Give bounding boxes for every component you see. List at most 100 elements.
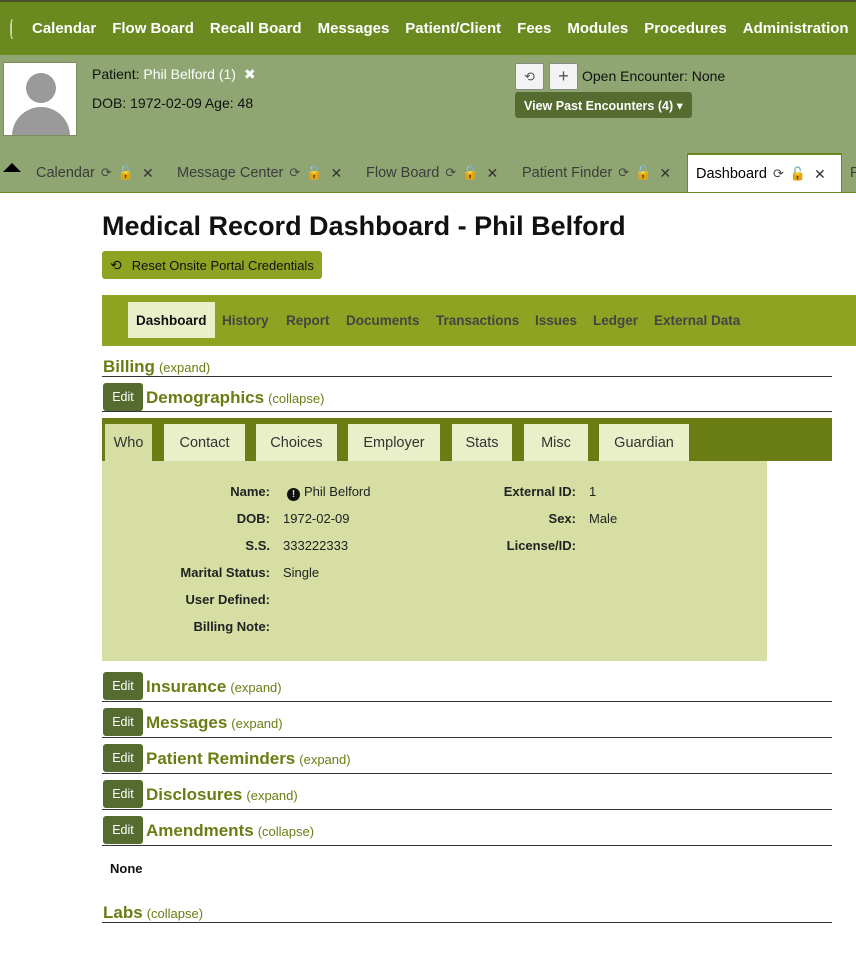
close-icon[interactable]: ✕: [659, 165, 671, 182]
close-icon[interactable]: ✕: [814, 166, 826, 183]
name-label: Name:: [230, 484, 270, 499]
demographics-toggle[interactable]: (collapse): [268, 391, 324, 406]
refresh-icon[interactable]: ⟳: [101, 165, 112, 181]
insurance-toggle[interactable]: (expand): [230, 680, 281, 695]
menu-item-patient-client[interactable]: Patient/Client: [405, 20, 501, 37]
tab-strip-divider: [0, 192, 856, 193]
demographics-title[interactable]: Demographics (collapse): [146, 388, 324, 408]
reminders-title[interactable]: Patient Reminders (expand): [146, 749, 351, 769]
billing-note-label: Billing Note:: [193, 619, 270, 634]
demo-tab-guardian[interactable]: Guardian: [599, 424, 689, 461]
nav-transactions[interactable]: Transactions: [428, 302, 527, 338]
demographics-label: Demographics: [146, 388, 265, 407]
tab-message-center[interactable]: Message Center ⟳ 🔓 ✕: [169, 153, 342, 193]
disclosures-edit-button[interactable]: Edit: [103, 780, 143, 808]
nav-dashboard[interactable]: Dashboard: [128, 302, 215, 338]
nav-report[interactable]: Report: [278, 302, 338, 338]
section-billing: Billing (expand): [102, 354, 832, 377]
plus-icon: +: [558, 66, 569, 86]
section-labs: Labs (collapse): [102, 901, 832, 923]
menu-item-recall-board[interactable]: Recall Board: [210, 20, 302, 37]
tab-dashboard[interactable]: Dashboard ⟳ 🔓 ✕: [687, 153, 842, 193]
new-encounter-button[interactable]: +: [549, 63, 578, 90]
app-logo-icon[interactable]: [10, 18, 14, 39]
unlock-icon[interactable]: 🔓: [118, 165, 134, 181]
main-menu-bar: Calendar Flow Board Recall Board Message…: [0, 0, 856, 55]
refresh-icon[interactable]: ⟳: [445, 165, 456, 181]
user-defined-label: User Defined:: [185, 592, 270, 607]
demo-tab-who[interactable]: Who: [105, 424, 152, 461]
nav-history[interactable]: History: [214, 302, 277, 338]
tab-patient-finder[interactable]: Patient Finder ⟳ 🔓 ✕: [514, 153, 671, 193]
section-messages: Edit Messages (expand): [102, 707, 832, 738]
marital-status-label: Marital Status:: [180, 565, 270, 580]
amendments-title[interactable]: Amendments (collapse): [146, 821, 314, 841]
patient-name-link[interactable]: Phil Belford (1): [143, 66, 236, 82]
menu-item-calendar[interactable]: Calendar: [32, 20, 96, 37]
tab-calendar[interactable]: Calendar ⟳ 🔓 ✕: [28, 153, 154, 193]
menu-item-administration[interactable]: Administration: [743, 20, 849, 37]
reminders-toggle[interactable]: (expand): [299, 752, 350, 767]
demo-tab-stats[interactable]: Stats: [452, 424, 512, 461]
labs-title[interactable]: Labs (collapse): [103, 903, 203, 923]
collapse-header-icon[interactable]: [3, 163, 21, 172]
messages-edit-button[interactable]: Edit: [103, 708, 143, 736]
disclosures-title[interactable]: Disclosures (expand): [146, 785, 298, 805]
menu-item-messages[interactable]: Messages: [318, 20, 390, 37]
menu-item-procedures[interactable]: Procedures: [644, 20, 727, 37]
billing-toggle[interactable]: (expand): [159, 360, 210, 375]
close-patient-icon[interactable]: ✖: [244, 66, 256, 82]
unlock-icon[interactable]: 🔓: [306, 165, 322, 181]
demo-tab-choices[interactable]: Choices: [256, 424, 337, 461]
refresh-icon[interactable]: ⟳: [618, 165, 629, 181]
unlock-icon[interactable]: 🔓: [635, 165, 651, 181]
insurance-edit-button[interactable]: Edit: [103, 672, 143, 700]
disclosures-toggle[interactable]: (expand): [246, 788, 297, 803]
close-icon[interactable]: ✕: [142, 165, 154, 182]
demographics-edit-button[interactable]: Edit: [103, 383, 143, 411]
demo-tab-employer[interactable]: Employer: [348, 424, 440, 461]
reminders-edit-button[interactable]: Edit: [103, 744, 143, 772]
demographics-tabs: Who Contact Choices Employer Stats Misc …: [102, 418, 832, 461]
nav-external-data[interactable]: External Data: [646, 302, 748, 338]
unlock-icon[interactable]: 🔓: [462, 165, 478, 181]
messages-toggle[interactable]: (expand): [231, 716, 282, 731]
demo-tab-misc[interactable]: Misc: [524, 424, 588, 461]
tab-partial[interactable]: P: [842, 153, 856, 193]
messages-label: Messages: [146, 713, 228, 732]
menu-item-modules[interactable]: Modules: [567, 20, 628, 37]
menu-item-fees[interactable]: Fees: [517, 20, 551, 37]
demo-tab-contact[interactable]: Contact: [164, 424, 245, 461]
alert-icon[interactable]: !: [287, 488, 300, 501]
billing-title[interactable]: Billing (expand): [103, 357, 210, 377]
refresh-icon[interactable]: ⟳: [289, 165, 300, 181]
refresh-icon[interactable]: ⟳: [773, 166, 784, 182]
tab-label: Message Center: [177, 165, 284, 181]
insurance-title[interactable]: Insurance (expand): [146, 677, 282, 697]
nav-ledger[interactable]: Ledger: [585, 302, 646, 338]
sex-label: Sex:: [548, 511, 576, 526]
avatar: [3, 62, 77, 136]
sex-value: Male: [589, 511, 618, 526]
ss-label: S.S.: [245, 538, 270, 553]
menu-item-flow-board[interactable]: Flow Board: [112, 20, 194, 37]
amendments-toggle[interactable]: (collapse): [258, 824, 314, 839]
ss-value: 333222333: [283, 538, 349, 553]
close-icon[interactable]: ✕: [486, 165, 498, 182]
view-past-encounters-dropdown[interactable]: View Past Encounters (4) ▾: [515, 92, 692, 118]
messages-title[interactable]: Messages (expand): [146, 713, 283, 733]
avatar-body: [12, 107, 70, 135]
tab-label: Flow Board: [366, 165, 440, 181]
unlock-icon[interactable]: 🔓: [790, 166, 806, 182]
tab-label: Patient Finder: [522, 165, 613, 181]
reset-portal-credentials-button[interactable]: ⟲ Reset Onsite Portal Credentials: [102, 251, 322, 279]
section-disclosures: Edit Disclosures (expand): [102, 779, 832, 810]
patient-header: Patient: Phil Belford (1) ✖ DOB: 1972-02…: [0, 55, 856, 147]
labs-toggle[interactable]: (collapse): [147, 906, 203, 921]
tab-flow-board[interactable]: Flow Board ⟳ 🔓 ✕: [358, 153, 498, 193]
nav-issues[interactable]: Issues: [527, 302, 585, 338]
amendments-edit-button[interactable]: Edit: [103, 816, 143, 844]
history-button[interactable]: ⟲: [515, 63, 544, 90]
nav-documents[interactable]: Documents: [338, 302, 428, 338]
close-icon[interactable]: ✕: [330, 165, 342, 182]
